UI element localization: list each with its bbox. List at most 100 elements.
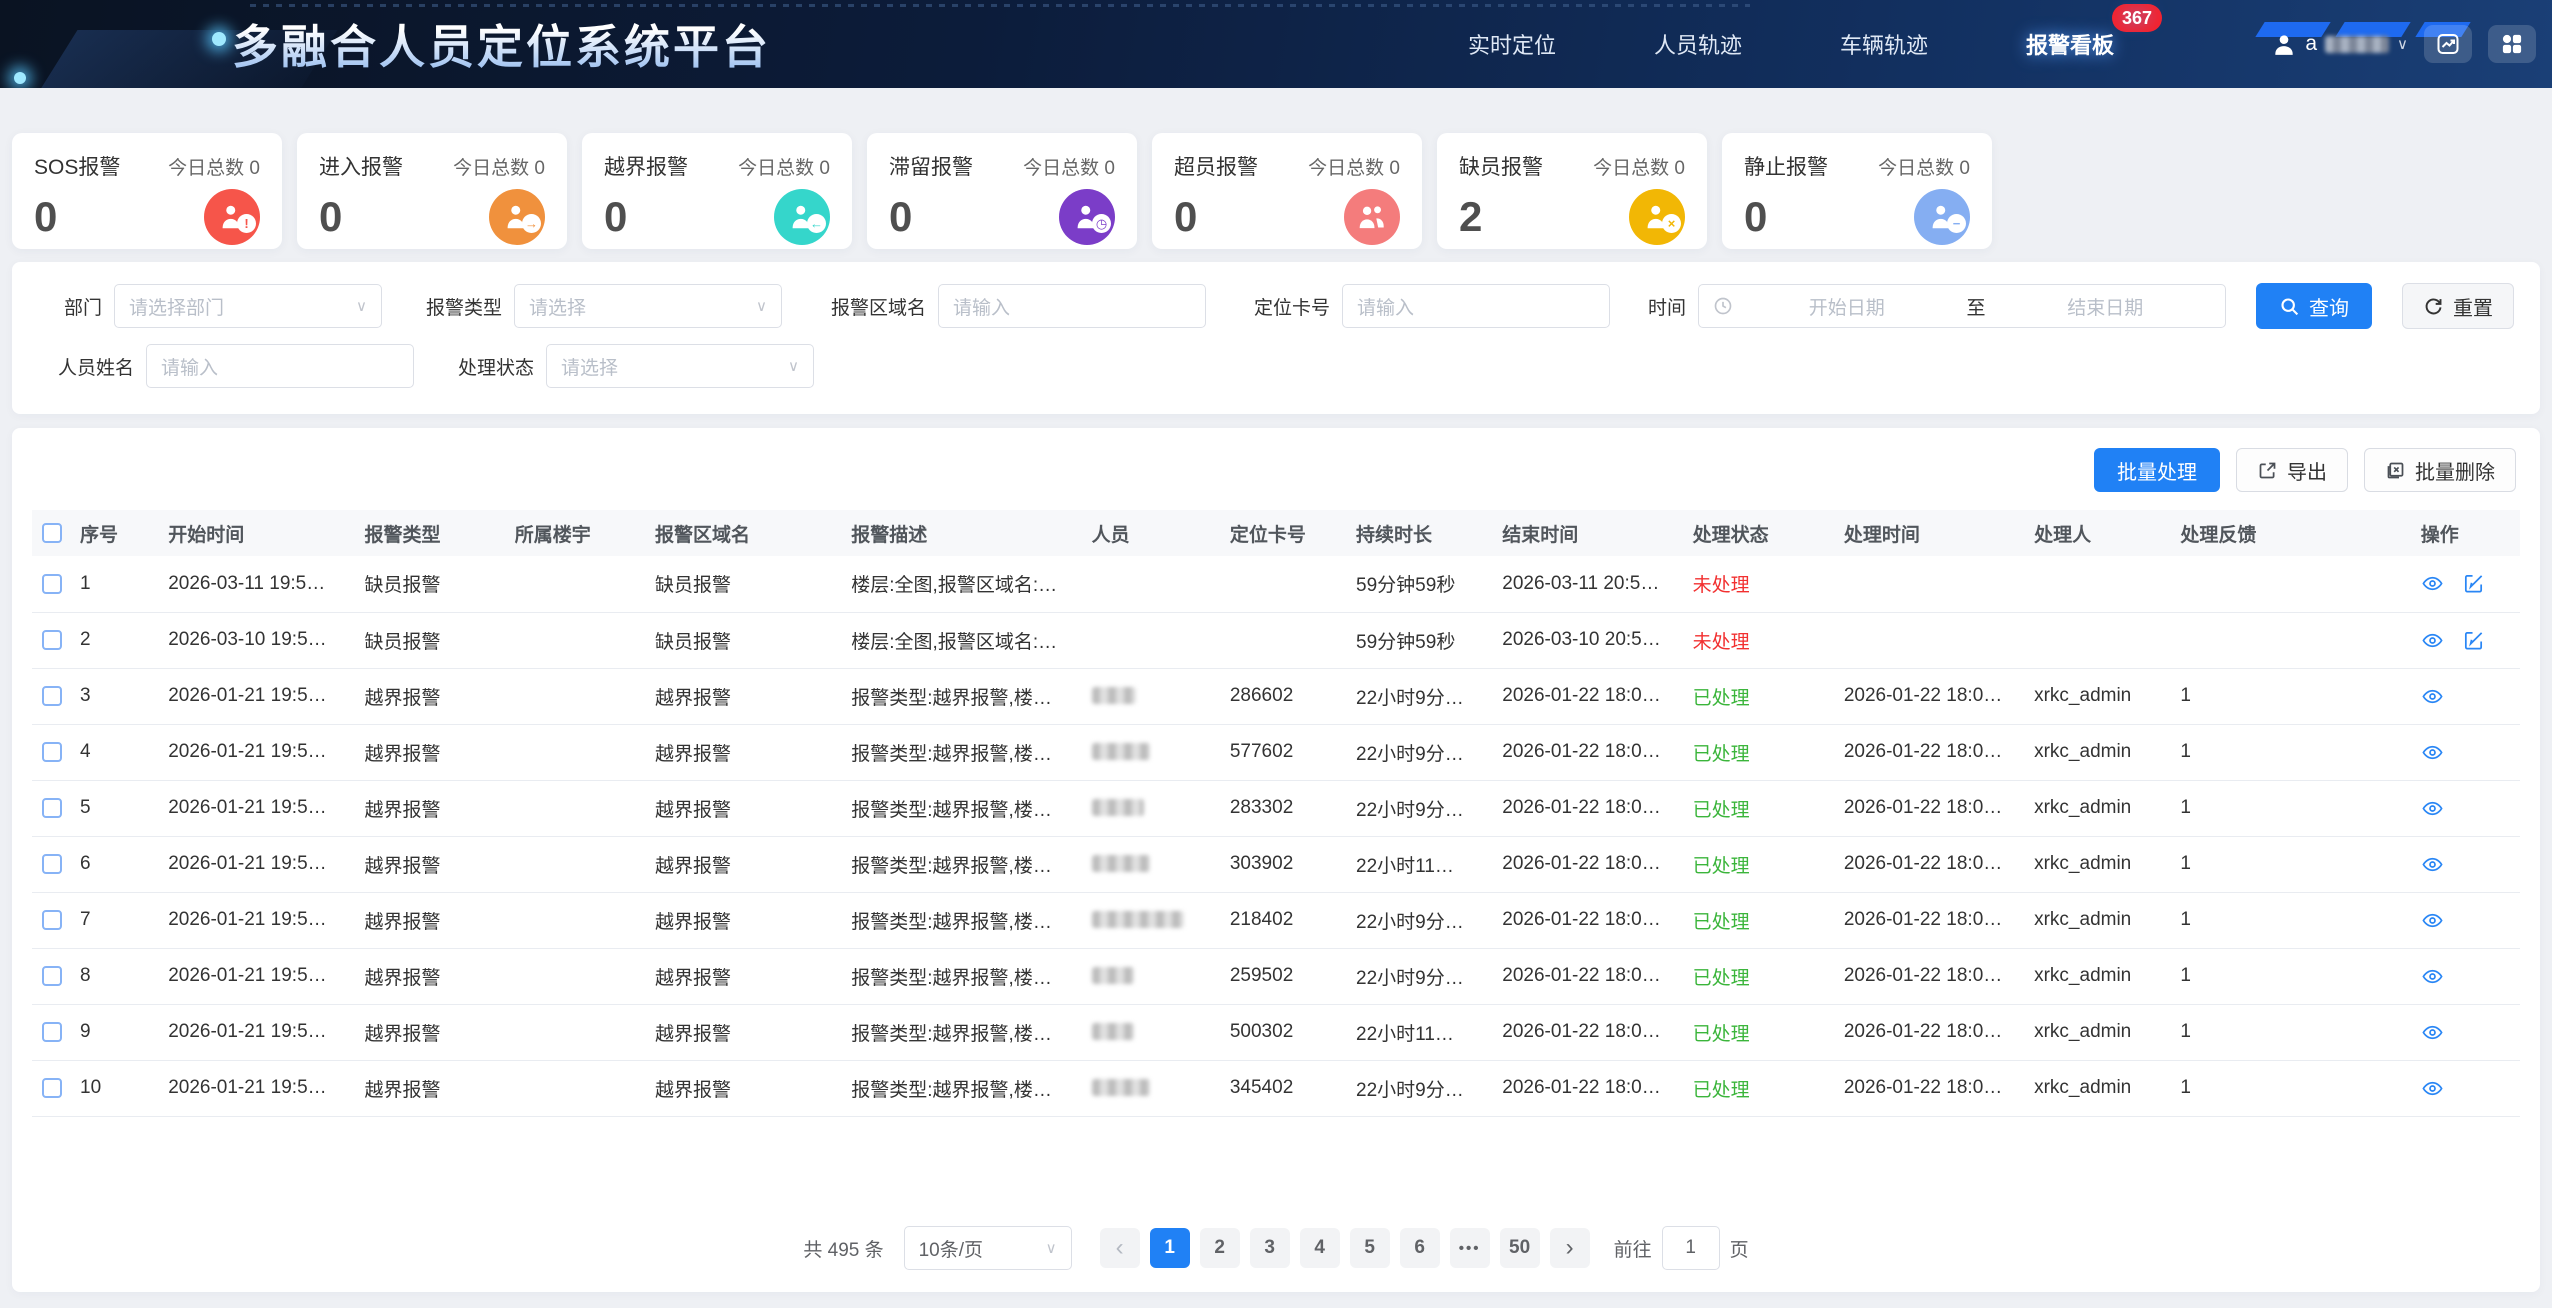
prev-page-button[interactable]: ‹ [1100,1228,1140,1268]
sel-cell [32,1004,70,1060]
type-cell: 越界报警 [355,1004,505,1060]
batch-delete-button[interactable]: 批量删除 [2364,448,2516,492]
row-checkbox[interactable] [42,1022,62,1042]
view-icon[interactable] [2421,965,2444,988]
table-toolbar: 批量处理 导出 批量删除 [2094,448,2516,492]
status-badge: 已处理 [1693,688,1750,709]
edit-icon[interactable] [2462,629,2485,652]
batch-process-button[interactable]: 批量处理 [2094,448,2220,492]
select-all-checkbox[interactable] [42,523,62,543]
page-button-1[interactable]: 1 [1150,1228,1190,1268]
view-icon[interactable] [2421,853,2444,876]
row-checkbox[interactable] [42,574,62,594]
nav-item-realtime-location[interactable]: 实时定位 [1468,28,1556,60]
duration-cell: 22小时9分… [1346,948,1492,1004]
alarm-type-select[interactable]: 请选择∨ [514,284,782,328]
desc-cell: 报警类型:越界报警,楼… [841,1060,1081,1116]
department-select[interactable]: 请选择部门∨ [114,284,382,328]
row-checkbox[interactable] [42,966,62,986]
view-icon[interactable] [2421,629,2444,652]
row-checkbox[interactable] [42,798,62,818]
end-date-input[interactable]: 结束日期 [2000,293,2212,320]
desc-cell: 报警类型:越界报警,楼… [841,780,1081,836]
nav-item-person-track[interactable]: 人员轨迹 [1654,28,1742,60]
page-button-2[interactable]: 2 [1200,1228,1240,1268]
stat-card-today-total: 今日总数 0 [1023,153,1115,180]
goto-page-input[interactable]: 1 [1662,1226,1720,1270]
area-cell: 缺员报警 [645,556,841,612]
index-cell: 3 [70,668,158,724]
sel-cell [32,1060,70,1116]
table-row: 52026-01-21 19:5…越界报警越界报警报警类型:越界报警,楼…283… [32,780,2520,836]
person-cell [1082,836,1220,892]
view-icon[interactable] [2421,1077,2444,1100]
apps-grid-button[interactable] [2488,25,2536,63]
page-button-3[interactable]: 3 [1250,1228,1290,1268]
search-button[interactable]: 查询 [2256,283,2372,329]
stat-card-bottom: 0! [34,189,260,245]
card-no-input[interactable]: 请输入 [1342,284,1610,328]
analytics-button[interactable] [2424,25,2472,63]
page-button-4[interactable]: 4 [1300,1228,1340,1268]
row-checkbox[interactable] [42,742,62,762]
view-icon[interactable] [2421,685,2444,708]
ops-cell [2411,948,2520,1004]
duration-cell: 22小时9分… [1346,1060,1492,1116]
feedback-cell: 1 [2170,780,2410,836]
page-size-select[interactable]: 10条/页∨ [904,1226,1072,1270]
edit-icon[interactable] [2462,572,2485,595]
area-name-input[interactable]: 请输入 [938,284,1206,328]
export-button[interactable]: 导出 [2236,448,2348,492]
person-name-redacted [1092,687,1136,704]
duration-cell: 22小时11… [1346,1004,1492,1060]
handler-cell: xrkc_admin [2024,948,2170,1004]
column-header-handler: 处理人 [2024,510,2170,556]
chevron-down-icon: ∨ [2397,35,2408,53]
building-cell [505,892,645,948]
start-cell: 2026-03-11 19:5… [158,556,354,612]
stat-card-top: 进入报警今日总数 0 [319,151,545,181]
row-checkbox[interactable] [42,854,62,874]
desc-cell: 楼层:全图,报警区域名:… [841,556,1081,612]
row-checkbox[interactable] [42,1078,62,1098]
reset-button[interactable]: 重置 [2402,283,2514,329]
view-icon[interactable] [2421,572,2444,595]
page-button-50[interactable]: 50 [1500,1228,1540,1268]
view-icon[interactable] [2421,741,2444,764]
row-checkbox[interactable] [42,910,62,930]
stat-card-today-total: 今日总数 0 [453,153,545,180]
page-button-5[interactable]: 5 [1350,1228,1390,1268]
nav-item-alarm-board[interactable]: 报警看板367 [2026,28,2114,60]
page-button-6[interactable]: 6 [1400,1228,1440,1268]
stat-card-title: 超员报警 [1174,151,1258,181]
handle_time-cell: 2026-01-22 18:0… [1834,724,2024,780]
status-badge: 已处理 [1693,912,1750,933]
more-pages-button[interactable]: ••• [1450,1228,1490,1268]
handle-status-select[interactable]: 请选择∨ [546,344,814,388]
handler-cell: xrkc_admin [2024,836,2170,892]
view-icon[interactable] [2421,797,2444,820]
view-icon[interactable] [2421,1021,2444,1044]
person-name-input[interactable]: 请输入 [146,344,414,388]
duration-cell: 22小时9分… [1346,780,1492,836]
next-page-button[interactable]: › [1550,1228,1590,1268]
start-date-input[interactable]: 开始日期 [1741,293,1953,320]
nav-item-vehicle-track[interactable]: 车辆轨迹 [1840,28,1928,60]
building-cell [505,1004,645,1060]
row-actions [2421,741,2510,764]
chevron-down-icon: ∨ [788,357,799,375]
date-range-picker[interactable]: 开始日期 至 结束日期 [1698,284,2226,328]
index-cell: 2 [70,612,158,668]
view-icon[interactable] [2421,909,2444,932]
person-cell [1082,612,1220,668]
table-row: 32026-01-21 19:5…越界报警越界报警报警类型:越界报警,楼…286… [32,668,2520,724]
nav-item-label: 报警看板 [2026,33,2114,58]
person-name-redacted [1092,855,1150,872]
stat-card-shortage: 缺员报警今日总数 02× [1437,133,1707,249]
status-cell: 已处理 [1683,724,1834,780]
user-menu[interactable]: a ∨ [2271,31,2408,57]
row-checkbox[interactable] [42,630,62,650]
row-checkbox[interactable] [42,686,62,706]
time-label: 时间 [1638,293,1686,320]
status-badge: 未处理 [1693,575,1750,596]
